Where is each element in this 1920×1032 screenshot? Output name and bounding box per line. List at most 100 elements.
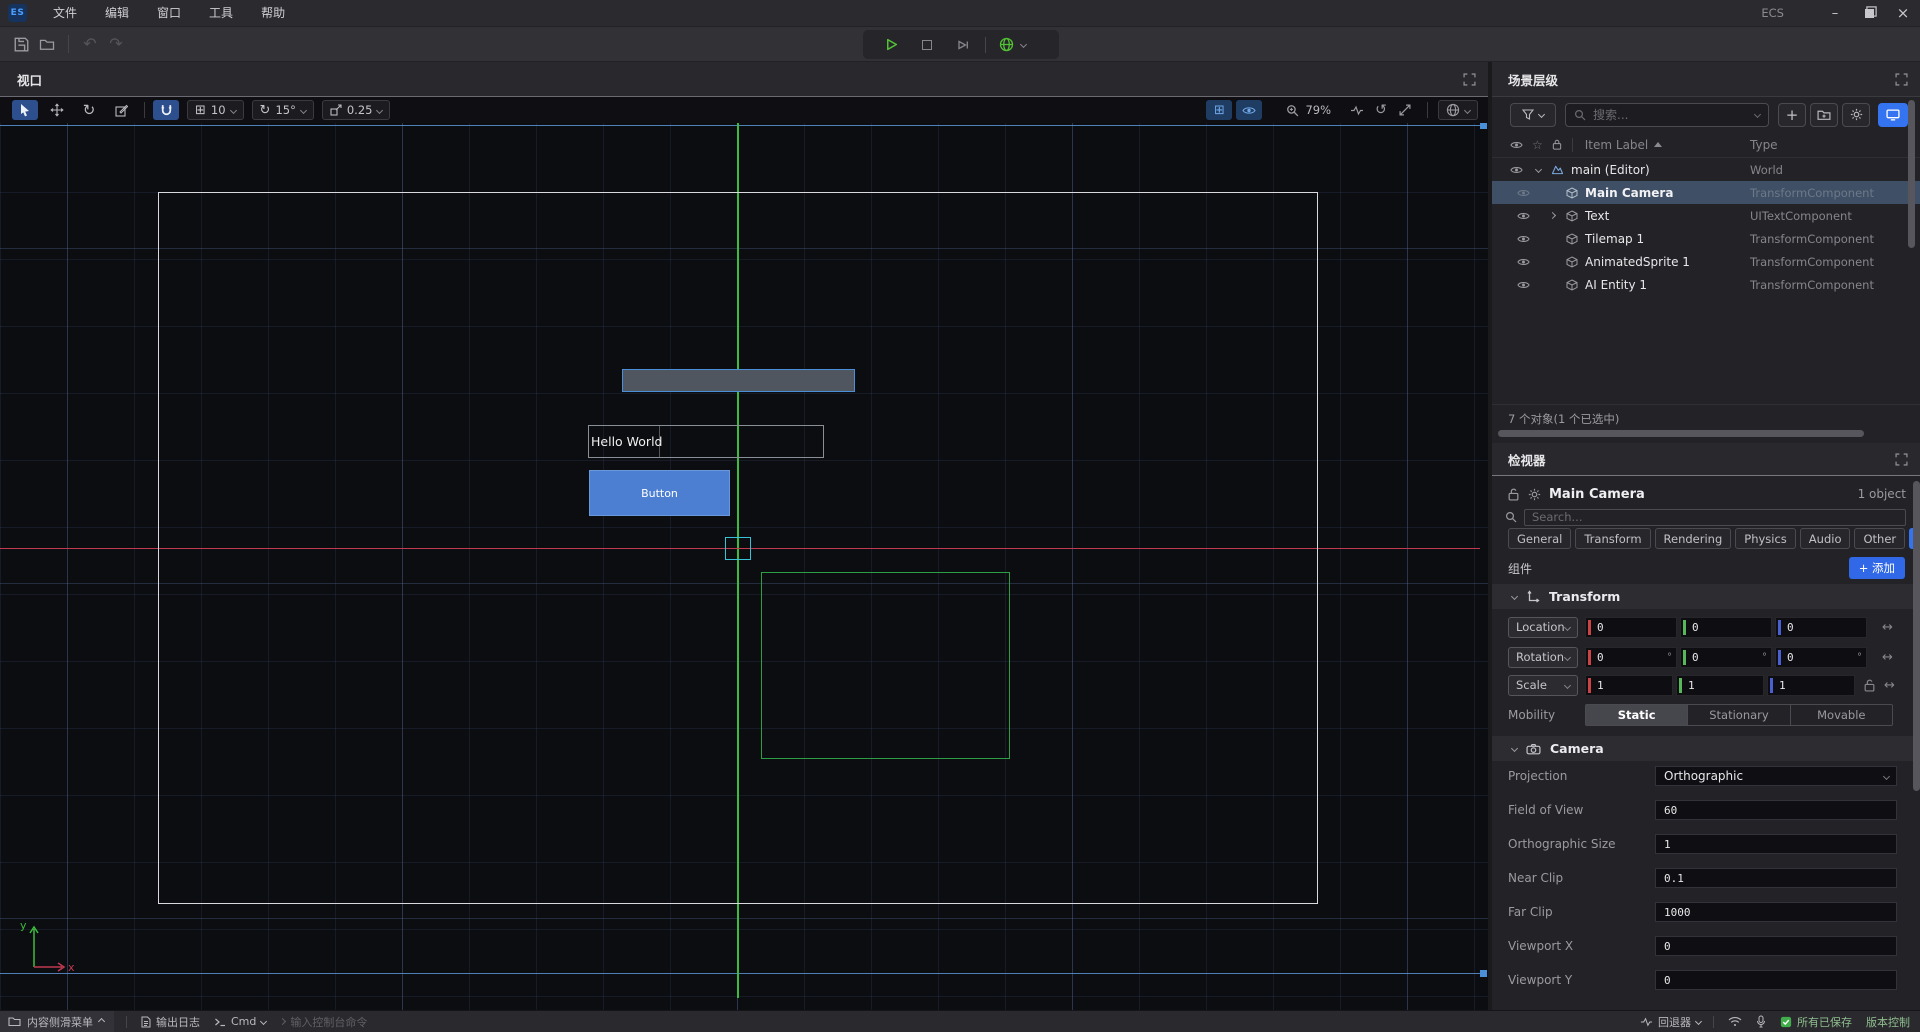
visibility-eye-icon[interactable]	[1510, 165, 1523, 175]
version-control-button[interactable]: 版本控制	[1866, 1014, 1910, 1030]
tab-transform[interactable]: Transform	[1575, 528, 1650, 549]
step-button[interactable]	[945, 30, 981, 59]
menu-edit[interactable]: 编辑	[91, 0, 143, 27]
location-y-field[interactable]: 0	[1680, 617, 1772, 638]
menu-help[interactable]: 帮助	[247, 0, 299, 27]
favorite-column-icon[interactable]: ☆	[1532, 138, 1543, 152]
panel-view-toggle-button[interactable]	[1878, 103, 1908, 127]
unlock-icon[interactable]	[1508, 488, 1519, 501]
console-command-input[interactable]: 输入控制台命令	[280, 1014, 367, 1030]
mobility-movable-option[interactable]: Movable	[1791, 705, 1892, 725]
tab-audio[interactable]: Audio	[1800, 528, 1851, 549]
open-button[interactable]	[34, 32, 60, 56]
add-component-button[interactable]: + 添加	[1849, 557, 1905, 579]
tab-other[interactable]: Other	[1854, 528, 1905, 549]
inspector-search-input[interactable]: Search...	[1524, 509, 1906, 526]
tree-row-animatedsprite[interactable]: AnimatedSprite 1 TransformComponent	[1492, 250, 1920, 273]
transform-section-header[interactable]: Transform	[1492, 584, 1920, 609]
content-drawer-button[interactable]: 内容侧滑菜单	[0, 1011, 114, 1032]
far-clip-input[interactable]: 1000	[1655, 902, 1897, 922]
cmd-dropdown[interactable]: Cmd	[214, 1015, 266, 1028]
minimize-button[interactable]: –	[1818, 0, 1852, 26]
scale-snap-dropdown[interactable]: 0.25	[322, 100, 391, 120]
save-status[interactable]: 所有已保存	[1780, 1014, 1852, 1030]
visibility-eye-icon[interactable]	[1517, 257, 1530, 267]
stats-button[interactable]	[1345, 105, 1369, 116]
output-log-button[interactable]: 输出日志	[141, 1014, 200, 1030]
camera-section-header[interactable]: Camera	[1492, 736, 1920, 761]
hierarchy-horizontal-scrollbar[interactable]	[1496, 430, 1916, 438]
tab-general[interactable]: General	[1508, 528, 1571, 549]
redo-button[interactable]: ↷	[103, 32, 129, 56]
menu-tools[interactable]: 工具	[195, 0, 247, 27]
snap-toggle-button[interactable]	[153, 100, 179, 120]
rollback-dropdown[interactable]: 回退器	[1640, 1014, 1701, 1030]
orthographic-size-input[interactable]: 1	[1655, 834, 1897, 854]
scale-y-field[interactable]: 1	[1676, 675, 1764, 696]
link-axes-icon[interactable]: ↔	[1882, 621, 1893, 634]
scrollbar-thumb[interactable]	[1913, 481, 1920, 791]
stop-button[interactable]	[909, 30, 945, 59]
entity-bounds-rect[interactable]	[761, 572, 1010, 759]
viewport-expand-button[interactable]	[1463, 73, 1476, 86]
grid-snap-dropdown[interactable]: ⊞ 10	[187, 100, 244, 120]
viewport-x-input[interactable]: 0	[1655, 936, 1897, 956]
field-of-view-input[interactable]: 60	[1655, 800, 1897, 820]
save-button[interactable]	[8, 32, 34, 56]
rotation-dropdown[interactable]: Rotation	[1508, 647, 1578, 668]
scale-x-field[interactable]: 1	[1585, 675, 1673, 696]
selection-handle[interactable]	[1480, 123, 1487, 129]
rotation-z-field[interactable]: 0°	[1775, 647, 1867, 668]
move-tool-button[interactable]	[44, 100, 70, 120]
link-axes-icon[interactable]: ↔	[1882, 651, 1893, 664]
scale-dropdown[interactable]: Scale	[1508, 675, 1578, 696]
location-z-field[interactable]: 0	[1775, 617, 1867, 638]
tab-physics[interactable]: Physics	[1735, 528, 1796, 549]
location-dropdown[interactable]: Location	[1508, 617, 1578, 638]
audio-input-button[interactable]	[1756, 1015, 1766, 1028]
maximize-button[interactable]	[1852, 0, 1886, 26]
reset-view-button[interactable]: ↺	[1369, 103, 1393, 117]
visibility-eye-icon[interactable]	[1517, 280, 1530, 290]
selection-handle[interactable]	[1480, 970, 1487, 977]
ui-button-element[interactable]: Button	[589, 470, 730, 516]
rotation-y-field[interactable]: 0°	[1680, 647, 1772, 668]
view-mode-dropdown[interactable]	[1438, 100, 1478, 120]
scale-lock-icon[interactable]	[1864, 679, 1875, 692]
filter-dropdown-button[interactable]	[1510, 103, 1556, 127]
hierarchy-settings-button[interactable]	[1842, 103, 1870, 127]
expander-open-icon[interactable]	[1535, 166, 1542, 173]
projection-dropdown[interactable]: Orthographic	[1655, 766, 1897, 786]
visibility-column-icon[interactable]	[1510, 140, 1523, 150]
visibility-eye-icon[interactable]	[1517, 188, 1530, 198]
location-x-field[interactable]: 0	[1585, 617, 1677, 638]
launch-target-dropdown[interactable]	[990, 30, 1034, 59]
new-folder-button[interactable]	[1810, 103, 1838, 127]
ui-panel-element[interactable]	[622, 369, 855, 392]
type-column[interactable]: Type	[1750, 138, 1778, 152]
tree-row-ai-entity[interactable]: AI Entity 1 TransformComponent	[1492, 273, 1920, 296]
tree-row-main-camera[interactable]: Main Camera TransformComponent	[1492, 181, 1920, 204]
visibility-options-button[interactable]	[1236, 100, 1262, 120]
camera-gizmo-box[interactable]	[725, 537, 751, 560]
scene-canvas[interactable]: Hello World Button y x	[0, 123, 1488, 1010]
scrollbar-thumb[interactable]	[1498, 430, 1864, 437]
undo-button[interactable]: ↶	[77, 32, 103, 56]
rotation-snap-dropdown[interactable]: ↻ 15°	[252, 100, 314, 120]
ui-text-element[interactable]: Hello World	[588, 425, 824, 458]
mobility-stationary-option[interactable]: Stationary	[1688, 705, 1790, 725]
app-logo[interactable]: ES	[8, 4, 27, 22]
object-settings-gear-icon[interactable]	[1528, 488, 1541, 501]
tree-row-main[interactable]: main (Editor) World	[1492, 158, 1920, 181]
visibility-eye-icon[interactable]	[1517, 211, 1530, 221]
hierarchy-vertical-scrollbar[interactable]	[1908, 100, 1915, 400]
rotation-x-field[interactable]: 0°	[1585, 647, 1677, 668]
lock-column-icon[interactable]	[1552, 139, 1562, 150]
play-button[interactable]	[873, 30, 909, 59]
tree-row-tilemap[interactable]: Tilemap 1 TransformComponent	[1492, 227, 1920, 250]
inspector-expand-button[interactable]	[1895, 453, 1908, 466]
item-label-column[interactable]: Item Label	[1585, 138, 1649, 152]
scale-z-field[interactable]: 1	[1767, 675, 1855, 696]
grid-visibility-button[interactable]: ⊞	[1206, 100, 1232, 120]
hierarchy-search-input[interactable]: 搜索...	[1565, 103, 1769, 127]
